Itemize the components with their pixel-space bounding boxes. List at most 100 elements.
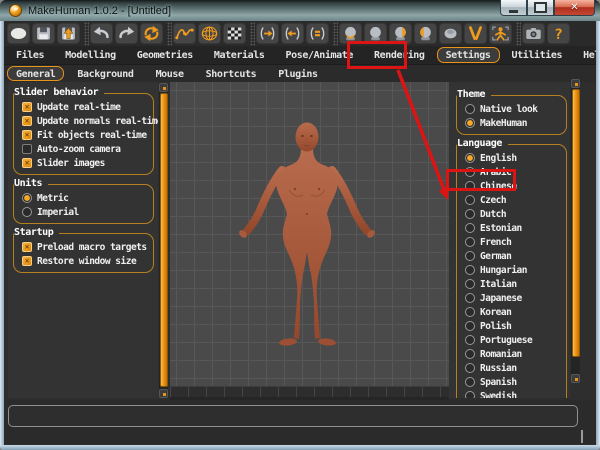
radio-estonian[interactable]: Estonian bbox=[460, 221, 564, 235]
radio-portuguese[interactable]: Portuguese bbox=[460, 333, 564, 347]
group-title: Startup bbox=[14, 227, 59, 238]
top-view-icon[interactable] bbox=[439, 23, 462, 44]
radio-japanese[interactable]: Japanese bbox=[460, 291, 564, 305]
checkbox-restore-window-size[interactable]: Restore window size bbox=[17, 254, 151, 268]
checkbox-fit-objects-real-time[interactable]: Fit objects real-time bbox=[17, 128, 151, 142]
radio-icon bbox=[465, 307, 475, 317]
subtab-shortcuts[interactable]: Shortcuts bbox=[197, 66, 266, 81]
scrollbar-thumb[interactable] bbox=[160, 93, 168, 387]
reset-pose-icon[interactable] bbox=[489, 23, 512, 44]
background-checker-icon[interactable] bbox=[223, 23, 246, 44]
scroll-down-button[interactable] bbox=[159, 389, 168, 398]
checkbox-slider-images[interactable]: Slider images bbox=[17, 156, 151, 170]
radio-dutch[interactable]: Dutch bbox=[460, 207, 564, 221]
subtab-general[interactable]: General bbox=[7, 66, 64, 81]
radio-native-look[interactable]: Native look bbox=[460, 102, 564, 116]
checkbox-icon bbox=[22, 144, 32, 154]
radio-icon bbox=[22, 207, 32, 217]
subtab-background[interactable]: Background bbox=[68, 66, 142, 81]
radio-chinese[interactable]: Chinese bbox=[460, 179, 564, 193]
subtab-mouse[interactable]: Mouse bbox=[147, 66, 193, 81]
group-theme: Theme Native lookMakeHuman bbox=[456, 95, 567, 135]
radio-metric[interactable]: Metric bbox=[17, 191, 151, 205]
undo-icon[interactable] bbox=[90, 23, 113, 44]
radio-icon bbox=[465, 153, 475, 163]
viewport-bottom-strip[interactable] bbox=[170, 386, 449, 397]
radio-polish[interactable]: Polish bbox=[460, 319, 564, 333]
command-input[interactable] bbox=[8, 405, 578, 427]
reload-icon[interactable] bbox=[140, 23, 163, 44]
symmetry-left-icon[interactable] bbox=[281, 23, 304, 44]
group-units: Units MetricImperial bbox=[13, 184, 154, 224]
tab-pose-animate[interactable]: Pose/Animate bbox=[277, 47, 362, 63]
group-language: Language EnglishArabicChineseCzechDutchE… bbox=[456, 144, 567, 398]
window-border-left bbox=[0, 21, 4, 450]
radio-arabic[interactable]: Arabic bbox=[460, 165, 564, 179]
group-title: Theme bbox=[457, 89, 491, 100]
checkbox-update-normals-real-time[interactable]: Update normals real-time bbox=[17, 114, 151, 128]
group-title: Language bbox=[457, 138, 508, 149]
radio-korean[interactable]: Korean bbox=[460, 305, 564, 319]
tab-settings[interactable]: Settings bbox=[437, 47, 500, 63]
scroll-up-button[interactable] bbox=[159, 83, 168, 92]
tab-utilities[interactable]: Utilities bbox=[503, 47, 572, 63]
radio-french[interactable]: French bbox=[460, 235, 564, 249]
maximize-button[interactable] bbox=[527, 0, 554, 16]
radio-german[interactable]: German bbox=[460, 249, 564, 263]
checkbox-update-real-time[interactable]: Update real-time bbox=[17, 100, 151, 114]
radio-icon bbox=[465, 167, 475, 177]
radio-romanian[interactable]: Romanian bbox=[460, 347, 564, 361]
checkbox-icon bbox=[22, 130, 32, 140]
left-view-icon[interactable] bbox=[414, 23, 437, 44]
tab-rendering[interactable]: Rendering bbox=[365, 47, 434, 63]
help-icon[interactable] bbox=[547, 23, 570, 44]
human-model bbox=[170, 82, 449, 400]
radio-makehuman[interactable]: MakeHuman bbox=[460, 116, 564, 130]
left-panel-scrollbar[interactable] bbox=[159, 83, 168, 398]
slider-curve-icon[interactable] bbox=[173, 23, 196, 44]
minimize-button[interactable] bbox=[500, 0, 527, 16]
radio-icon bbox=[465, 251, 475, 261]
tab-geometries[interactable]: Geometries bbox=[128, 47, 202, 63]
window-border-bottom bbox=[0, 445, 600, 450]
scroll-up-button[interactable] bbox=[571, 79, 580, 88]
load-icon[interactable] bbox=[57, 23, 80, 44]
title-bar[interactable]: MakeHuman 1.0.2 - [Untitled] bbox=[0, 0, 600, 21]
app-icon bbox=[9, 4, 22, 17]
radio-icon bbox=[465, 391, 475, 398]
front-view-icon[interactable] bbox=[339, 23, 362, 44]
grab-screen-icon[interactable] bbox=[522, 23, 545, 44]
scroll-down-button[interactable] bbox=[571, 374, 580, 383]
radio-czech[interactable]: Czech bbox=[460, 193, 564, 207]
checkbox-preload-macro-targets[interactable]: Preload macro targets bbox=[17, 240, 151, 254]
checkbox-icon bbox=[22, 102, 32, 112]
radio-italian[interactable]: Italian bbox=[460, 277, 564, 291]
radio-imperial[interactable]: Imperial bbox=[17, 205, 151, 219]
checkbox-auto-zoom-camera[interactable]: Auto-zoom camera bbox=[17, 142, 151, 156]
group-slider-behavior: Slider behavior Update real-timeUpdate n… bbox=[13, 93, 154, 175]
new-file-icon[interactable] bbox=[7, 23, 30, 44]
3d-viewport[interactable] bbox=[170, 82, 449, 400]
back-view-icon[interactable] bbox=[364, 23, 387, 44]
radio-russian[interactable]: Russian bbox=[460, 361, 564, 375]
right-view-icon[interactable] bbox=[389, 23, 412, 44]
redo-icon[interactable] bbox=[115, 23, 138, 44]
symmetry-right-icon[interactable] bbox=[256, 23, 279, 44]
close-button[interactable] bbox=[554, 0, 595, 16]
sub-tab-bar: General Background Mouse ShortcutsPlugins bbox=[4, 64, 596, 82]
wireframe-globe-icon[interactable] bbox=[198, 23, 221, 44]
right-panel-scrollbar[interactable] bbox=[571, 79, 580, 383]
radio-hungarian[interactable]: Hungarian bbox=[460, 263, 564, 277]
radio-swedish[interactable]: Swedish bbox=[460, 389, 564, 398]
subtab-plugins[interactable]: Plugins bbox=[269, 66, 326, 81]
tab-materials[interactable]: Materials bbox=[205, 47, 274, 63]
feet-view-icon[interactable] bbox=[464, 23, 487, 44]
radio-english[interactable]: English bbox=[460, 151, 564, 165]
checkbox-icon bbox=[22, 242, 32, 252]
radio-spanish[interactable]: Spanish bbox=[460, 375, 564, 389]
tab-modelling[interactable]: Modelling bbox=[56, 47, 125, 63]
symmetry-lock-icon[interactable] bbox=[306, 23, 329, 44]
scrollbar-thumb[interactable] bbox=[572, 89, 580, 357]
save-icon[interactable] bbox=[32, 23, 55, 44]
tab-files[interactable]: Files bbox=[7, 47, 53, 63]
